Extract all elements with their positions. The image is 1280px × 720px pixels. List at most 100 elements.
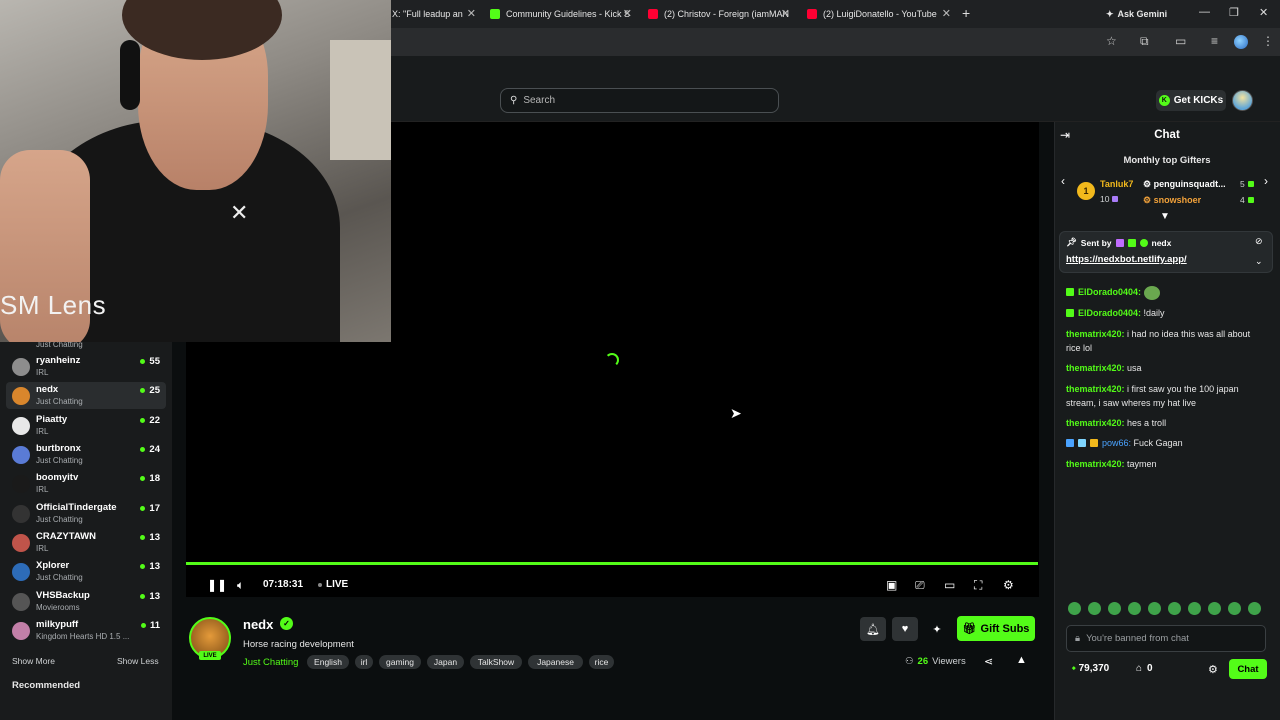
volume-icon[interactable]: 🔈︎ [237,578,244,593]
emote-icon[interactable] [1188,602,1201,615]
sidebar-item-nedx[interactable]: nedx Just Chatting 25 [6,382,166,409]
sidebar-item-milkypuff[interactable]: milkypuff Kingdom Hearts HD 1.5 ... 11 [6,617,166,644]
chat-input-disabled: 🔒︎ You're banned from chat [1066,625,1266,652]
chat-username[interactable]: thematrix420: [1066,418,1125,428]
close-icon[interactable]: ✕ [942,7,951,20]
theater-mode-icon[interactable]: ▭ [944,578,955,592]
cast-icon[interactable]: ▭ [1175,34,1186,48]
settings-gear-icon[interactable]: ⚙ [1003,578,1014,592]
tag[interactable]: English [307,655,349,669]
chat-username[interactable]: pow66: [1102,438,1131,448]
sidebar-item-boomyitv[interactable]: boomyitv IRL 18 [6,470,166,497]
report-warning-icon[interactable]: ▲ [1016,654,1027,666]
progress-bar[interactable] [186,562,1038,565]
tag[interactable]: irl [355,655,373,669]
sparkle-icon[interactable]: ✦ [924,617,950,641]
emote-icon[interactable] [1148,602,1161,615]
chat-username[interactable]: ElDorado0404: [1078,308,1141,318]
browser-tab[interactable]: Community Guidelines - Kick S ✕ [490,4,632,24]
chevron-right-icon[interactable]: › [1264,174,1268,188]
emote-icon[interactable] [1068,602,1081,615]
chevron-left-icon[interactable]: ‹ [1061,174,1065,188]
user-avatar[interactable] [1232,90,1253,111]
share-icon[interactable]: ⋖ [984,655,993,668]
chat-username[interactable]: thematrix420: [1066,329,1125,339]
mini-player-icon[interactable]: ▣ [886,578,897,592]
gift-subs-button[interactable]: 🎁︎ Gift Subs [957,616,1035,641]
channel-name: Piaatty [36,414,68,425]
close-window-icon[interactable]: ✕ [1259,6,1268,19]
close-icon[interactable]: ✕ [623,7,632,20]
notification-bell-icon[interactable]: 🔔︎ [860,617,886,641]
pinned-sender[interactable]: nedx [1152,238,1172,248]
bookmark-star-icon[interactable]: ☆ [1106,34,1117,48]
close-icon[interactable]: ✕ [467,7,476,20]
sidebar-item-ryanheinz[interactable]: ryanheinz IRL 55 [6,353,166,380]
avatar [12,534,30,552]
live-indicator[interactable]: LIVE [318,579,348,590]
gifter-name[interactable]: ⚙ snowshoer [1143,195,1238,206]
chat-username[interactable]: ElDorado0404: [1078,287,1141,297]
gifter-name[interactable]: ⚙ penguinsquadt... [1143,179,1238,190]
minimize-icon[interactable]: — [1199,6,1210,18]
pause-icon[interactable]: ❚❚ [207,578,227,592]
tag[interactable]: Japanese [528,655,583,669]
unpin-icon[interactable]: ⊘ [1255,236,1263,247]
channel-name-heading[interactable]: nedx [243,617,273,632]
show-more-button[interactable]: Show More [12,656,55,666]
ask-gemini-button[interactable]: ✦ Ask Gemini [1106,6,1167,22]
browser-tab[interactable]: (2) LuigiDonatello - YouTube ✕ [807,4,951,24]
channel-name: Xplorer [36,560,70,571]
browser-tab[interactable]: (2) Christov - Foreign (iamMAN ✕ [648,4,790,24]
chat-username[interactable]: thematrix420: [1066,363,1125,373]
tag[interactable]: TalkShow [470,655,522,669]
chat-settings-gear-icon[interactable]: ⚙ [1208,663,1218,676]
follow-heart-icon[interactable]: ♥ [892,617,918,641]
emote-icon[interactable] [1208,602,1221,615]
browser-profile-avatar[interactable] [1234,35,1248,49]
sidebar-item-xplorer[interactable]: Xplorer Just Chatting 13 [6,558,166,585]
sidebar-item-crazytawn[interactable]: CRAZYTAWN IRL 13 [6,529,166,556]
search-input[interactable]: ⚲ Search [500,88,779,113]
gifter-name[interactable]: Tanluk7 [1100,179,1140,189]
chat-message: thematrix420: taymen [1066,457,1266,471]
emote-icon[interactable] [1248,602,1261,615]
viewer-count: 25 [140,385,160,396]
more-menu-icon[interactable]: ⋮ [1262,34,1274,48]
maximize-icon[interactable]: ❐ [1229,6,1239,19]
fullscreen-icon[interactable]: ⛶ [974,578,982,593]
browser-tab[interactable]: X: "Full leadup an ✕ [392,4,476,24]
media-control-icon[interactable]: ≡ [1211,34,1218,48]
chat-title: Chat [1154,129,1180,141]
category-link[interactable]: Just Chatting [243,657,298,668]
tag[interactable]: rice [589,655,614,669]
chat-username[interactable]: thematrix420: [1066,384,1125,394]
chat-username[interactable]: thematrix420: [1066,459,1125,469]
close-icon[interactable]: ✕ [781,7,790,20]
sidebar-item-burtbronx[interactable]: burtbronx Just Chatting 24 [6,441,166,468]
gifter-count-value: 10 [1100,194,1110,204]
new-tab-icon[interactable]: + [962,5,970,21]
extensions-icon[interactable]: ⧉ [1140,34,1149,49]
viewer-count-value: 55 [149,356,160,367]
emote-icon[interactable] [1228,602,1241,615]
sidebar-item-piaatty[interactable]: Piaatty IRL 22 [6,412,166,439]
sidebar-item-vhsbackup[interactable]: VHSBackup Movierooms 13 [6,588,166,615]
clip-icon[interactable]: ⎚ [915,578,925,593]
emote-icon[interactable] [1128,602,1141,615]
show-less-button[interactable]: Show Less [117,656,159,666]
pinned-link[interactable]: https://nedxbot.netlify.app/ [1066,254,1187,265]
emote-icon[interactable] [1168,602,1181,615]
sidebar-item-officialtindergate[interactable]: OfficialTindergate Just Chatting 17 [6,500,166,527]
shop-counter[interactable]: ⌂ 0 [1136,663,1153,674]
chat-send-button[interactable]: Chat [1229,659,1267,679]
emote-icon[interactable] [1108,602,1121,615]
emote-icon[interactable] [1088,602,1101,615]
chevron-down-icon[interactable]: ⌄ [1255,256,1263,267]
live-dot-icon [140,564,146,569]
get-kicks-button[interactable]: K Get KICKs [1156,90,1226,111]
expand-gifters-icon[interactable]: ▼ [1160,211,1170,222]
tag[interactable]: Japan [427,655,464,669]
tag[interactable]: gaming [379,655,421,669]
channel-points[interactable]: ⬩ 79,370 [1072,663,1109,674]
